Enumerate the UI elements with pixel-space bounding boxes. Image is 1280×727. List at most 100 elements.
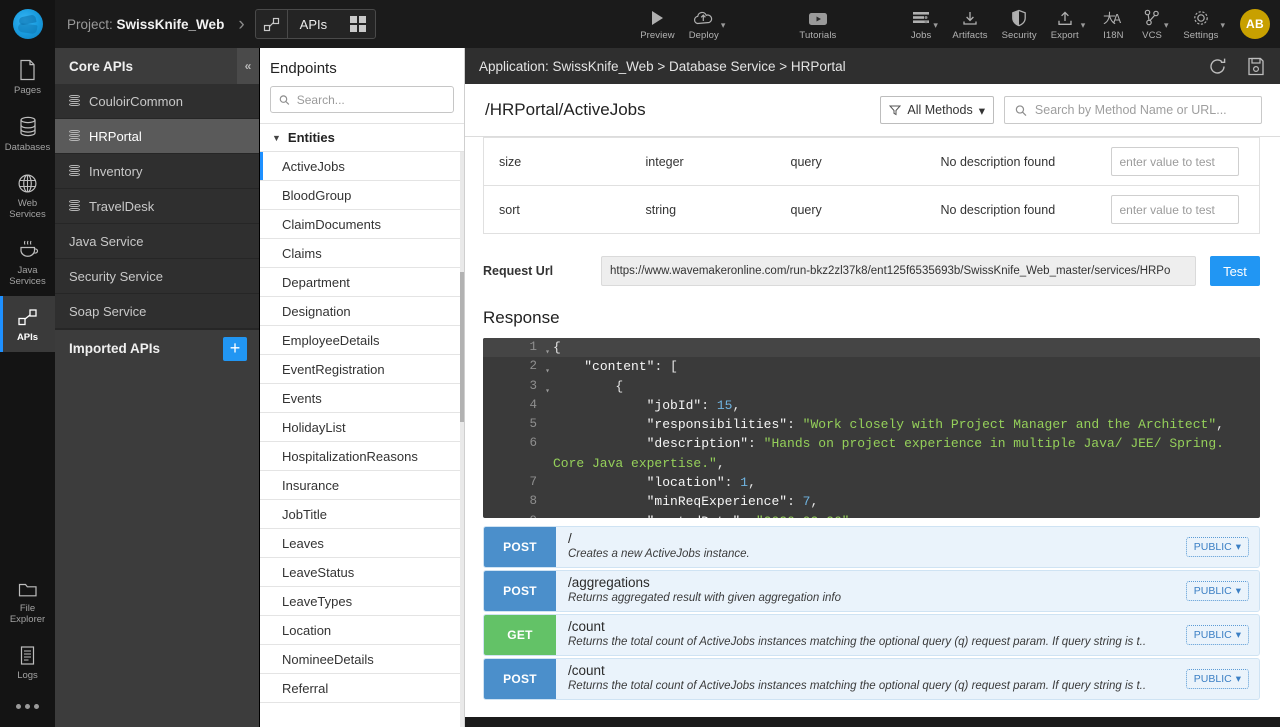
core-api-item-hrportal[interactable]: HRPortal bbox=[55, 119, 259, 154]
tab-apis[interactable]: APIs bbox=[255, 9, 376, 39]
method-description: Returns aggregated result with given agg… bbox=[568, 591, 1176, 606]
core-api-item-inventory[interactable]: Inventory bbox=[55, 154, 259, 189]
security-label: Security bbox=[1002, 30, 1037, 41]
endpoint-item-department[interactable]: Department bbox=[260, 268, 464, 297]
endpoints-search-input[interactable] bbox=[297, 93, 445, 107]
request-url-field[interactable]: https://www.wavemakeronline.com/run-bkz2… bbox=[601, 256, 1196, 286]
endpoint-item-holidaylist[interactable]: HolidayList bbox=[260, 413, 464, 442]
endpoint-item-leaves[interactable]: Leaves bbox=[260, 529, 464, 558]
param-value-input[interactable] bbox=[1111, 195, 1239, 224]
tutorials-label: Tutorials bbox=[799, 30, 836, 41]
method-row-post-root[interactable]: POST / Creates a new ActiveJobs instance… bbox=[483, 526, 1260, 568]
core-api-item-soap-service[interactable]: Soap Service bbox=[55, 294, 259, 329]
branch-icon bbox=[1143, 7, 1161, 27]
core-api-item-couloircommon[interactable]: CouloirCommon bbox=[55, 84, 259, 119]
tutorials-button[interactable]: Tutorials bbox=[792, 0, 843, 48]
export-label: Export bbox=[1051, 30, 1079, 41]
endpoint-item-hospitalizationreasons[interactable]: HospitalizationReasons bbox=[260, 442, 464, 471]
test-button[interactable]: Test bbox=[1210, 256, 1260, 286]
security-button[interactable]: Security bbox=[995, 0, 1044, 48]
chevron-down-icon: ▾ bbox=[1236, 541, 1241, 553]
sidebar-item-file-explorer[interactable]: FileExplorer bbox=[0, 570, 55, 634]
methods-filter-select[interactable]: All Methods ▾ bbox=[880, 96, 994, 124]
jobs-button[interactable]: Jobs ▾ bbox=[903, 0, 945, 48]
param-in: query bbox=[787, 138, 937, 186]
method-row-post-aggregations[interactable]: POST /aggregations Returns aggregated re… bbox=[483, 570, 1260, 612]
chevron-down-icon: ▾ bbox=[1081, 20, 1086, 31]
search-icon bbox=[279, 94, 290, 106]
export-button[interactable]: Export ▾ bbox=[1044, 0, 1093, 48]
wavemaker-logo-icon bbox=[13, 9, 43, 39]
grid-view-icon[interactable] bbox=[341, 10, 375, 38]
save-disk-icon[interactable] bbox=[1246, 56, 1266, 77]
artifacts-button[interactable]: Artifacts bbox=[945, 0, 994, 48]
preview-button[interactable]: Preview bbox=[633, 0, 682, 48]
param-value-input[interactable] bbox=[1111, 147, 1239, 176]
code-text: "postedDate": "2020-02-26" bbox=[543, 512, 849, 518]
deploy-button[interactable]: Deploy ▾ bbox=[682, 0, 733, 48]
database-icon bbox=[69, 165, 80, 178]
sidebar-item-logs[interactable]: Logs bbox=[0, 634, 55, 690]
endpoint-item-employeedetails[interactable]: EmployeeDetails bbox=[260, 326, 464, 355]
endpoint-item-activejobs[interactable]: ActiveJobs bbox=[260, 152, 464, 181]
avatar[interactable]: AB bbox=[1240, 9, 1270, 39]
core-api-label: CouloirCommon bbox=[89, 94, 183, 109]
jobs-label: Jobs bbox=[911, 30, 931, 41]
sidebar-item-web-services[interactable]: WebServices bbox=[0, 162, 55, 229]
endpoint-item-events[interactable]: Events bbox=[260, 384, 464, 413]
fold-arrow-icon[interactable]: ▾ bbox=[545, 343, 550, 362]
project-prefix: Project: bbox=[67, 17, 117, 32]
endpoint-item-jobtitle[interactable]: JobTitle bbox=[260, 500, 464, 529]
sidebar-item-pages[interactable]: Pages bbox=[0, 48, 55, 105]
rail-bottom-group: FileExplorer Logs bbox=[0, 570, 55, 727]
endpoint-item-location[interactable]: Location bbox=[260, 616, 464, 645]
access-dropdown[interactable]: PUBLIC ▾ bbox=[1186, 669, 1249, 689]
method-row-post-count[interactable]: POST /count Returns the total count of A… bbox=[483, 658, 1260, 700]
endpoint-item-leavetypes[interactable]: LeaveTypes bbox=[260, 587, 464, 616]
endpoint-item-insurance[interactable]: Insurance bbox=[260, 471, 464, 500]
endpoints-group-label: Entities bbox=[288, 130, 335, 145]
sidebar-item-databases[interactable]: Databases bbox=[0, 105, 55, 162]
fold-arrow-icon[interactable]: ▾ bbox=[545, 362, 550, 381]
methods-search[interactable] bbox=[1004, 96, 1262, 124]
sidebar-item-java-services[interactable]: JavaServices bbox=[0, 229, 55, 296]
core-api-item-security-service[interactable]: Security Service bbox=[55, 259, 259, 294]
endpoint-item-nomineedetails[interactable]: NomineeDetails bbox=[260, 645, 464, 674]
core-api-item-java-service[interactable]: Java Service bbox=[55, 224, 259, 259]
method-row-get-count[interactable]: GET /count Returns the total count of Ac… bbox=[483, 614, 1260, 656]
sidebar-item-file-explorer-label: FileExplorer bbox=[10, 603, 45, 625]
endpoints-scrollbar[interactable] bbox=[460, 152, 464, 727]
response-code-block[interactable]: 1▾{2▾ "content": [3▾ {4 "jobId": 15,5 "r… bbox=[483, 338, 1260, 518]
endpoints-title: Endpoints bbox=[270, 60, 454, 77]
method-description: Returns the total count of ActiveJobs in… bbox=[568, 635, 1176, 650]
access-dropdown[interactable]: PUBLIC ▾ bbox=[1186, 625, 1249, 645]
endpoints-group-entities[interactable]: ▼ Entities bbox=[260, 123, 464, 152]
endpoints-search[interactable] bbox=[270, 86, 454, 113]
endpoint-item-claimdocuments[interactable]: ClaimDocuments bbox=[260, 210, 464, 239]
more-dots-icon[interactable] bbox=[0, 690, 55, 719]
fold-arrow-icon[interactable]: ▾ bbox=[545, 382, 550, 401]
endpoint-item-referral[interactable]: Referral bbox=[260, 674, 464, 703]
endpoint-item-designation[interactable]: Designation bbox=[260, 297, 464, 326]
line-number: 3▾ bbox=[483, 377, 543, 396]
access-label: PUBLIC bbox=[1194, 541, 1232, 553]
core-api-item-traveldesk[interactable]: TravelDesk bbox=[55, 189, 259, 224]
access-dropdown[interactable]: PUBLIC ▾ bbox=[1186, 581, 1249, 601]
methods-search-input[interactable] bbox=[1035, 103, 1251, 117]
i18n-button[interactable]: 大 A I18N bbox=[1092, 0, 1134, 48]
settings-button[interactable]: Settings ▾ bbox=[1176, 0, 1232, 48]
sidebar-item-apis[interactable]: APIs bbox=[0, 296, 55, 352]
vcs-button[interactable]: VCS ▾ bbox=[1134, 0, 1176, 48]
sidebar-item-logs-label: Logs bbox=[17, 670, 38, 681]
endpoint-item-leavestatus[interactable]: LeaveStatus bbox=[260, 558, 464, 587]
endpoint-item-claims[interactable]: Claims bbox=[260, 239, 464, 268]
refresh-icon[interactable] bbox=[1207, 56, 1228, 77]
response-title: Response bbox=[483, 308, 1260, 328]
sidebar-item-databases-label: Databases bbox=[5, 142, 50, 153]
endpoint-item-eventregistration[interactable]: EventRegistration bbox=[260, 355, 464, 384]
app-logo[interactable] bbox=[0, 0, 55, 48]
collapse-panel-button[interactable]: « bbox=[237, 48, 259, 84]
access-dropdown[interactable]: PUBLIC ▾ bbox=[1186, 537, 1249, 557]
endpoint-item-bloodgroup[interactable]: BloodGroup bbox=[260, 181, 464, 210]
add-imported-api-button[interactable]: + bbox=[223, 337, 247, 361]
